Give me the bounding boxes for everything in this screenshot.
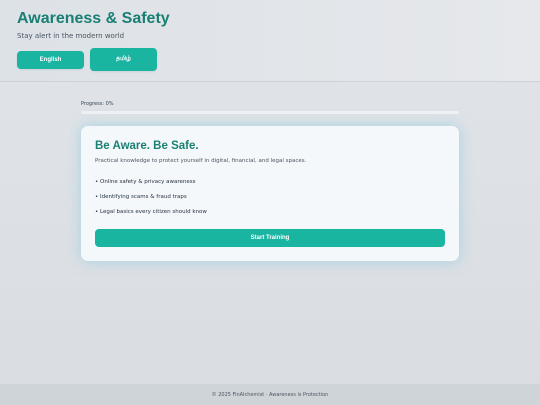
footer-text: © 2025 FinAlchemist · Awareness is Prote… <box>211 391 329 398</box>
header: Awareness & Safety Stay alert in the mod… <box>0 0 540 82</box>
intro-card: Be Aware. Be Safe. Practical knowledge t… <box>81 126 459 261</box>
card-description: Practical knowledge to protect yourself … <box>95 158 307 164</box>
footer: © 2025 FinAlchemist · Awareness is Prote… <box>0 384 540 405</box>
feature-item: • Online safety & privacy awareness <box>95 179 196 185</box>
card-title: Be Aware. Be Safe. <box>95 140 199 152</box>
app-tagline: Stay alert in the modern world <box>17 32 125 40</box>
progress-label: Progress: 0% <box>81 101 114 107</box>
feature-item: • Legal basics every citizen should know <box>95 209 207 215</box>
app-title: Awareness & Safety <box>17 10 170 27</box>
start-training-button[interactable]: Start Training <box>95 229 445 247</box>
feature-item: • Identifying scams & fraud traps <box>95 194 187 200</box>
feature-list: • Online safety & privacy awareness • Id… <box>95 178 207 223</box>
language-tamil-button[interactable]: தமிழ் <box>90 48 157 71</box>
language-english-button[interactable]: English <box>17 51 84 69</box>
progress-bar <box>81 111 459 114</box>
